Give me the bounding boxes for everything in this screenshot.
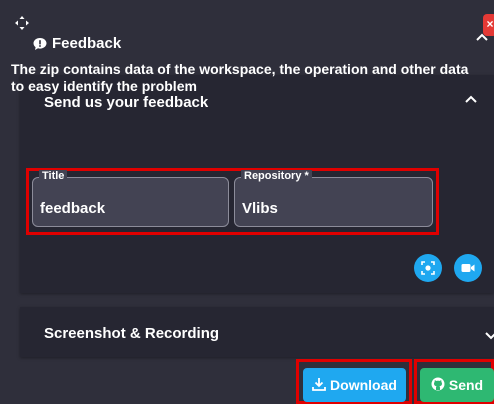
repository-field[interactable]: Repository * Vlibs: [234, 170, 433, 227]
download-icon: [312, 377, 326, 394]
title-field-label: Title: [39, 170, 68, 183]
record-video-button[interactable]: [454, 254, 482, 282]
title-field[interactable]: Title feedback: [32, 170, 229, 227]
chat-bubble-icon: [33, 37, 47, 51]
send-button[interactable]: Send: [420, 368, 494, 402]
repository-field-label: Repository *: [241, 170, 312, 183]
download-label: Download: [330, 377, 397, 393]
section-title: Send us your feedback: [44, 94, 209, 111]
feedback-panel: × Feedback Send us your feedback The zip…: [0, 0, 494, 404]
repository-field-value[interactable]: Vlibs: [242, 200, 278, 217]
feedback-header[interactable]: Feedback: [0, 0, 494, 66]
section-title: Screenshot & Recording: [44, 325, 220, 342]
download-button[interactable]: Download: [303, 368, 406, 402]
github-icon: [431, 377, 445, 394]
screenshot-button[interactable]: [414, 254, 442, 282]
feedback-description: The zip contains data of the workspace, …: [11, 61, 469, 94]
title-field-value[interactable]: feedback: [40, 200, 105, 217]
chevron-up-icon[interactable]: [475, 30, 489, 44]
chevron-down-icon[interactable]: [484, 329, 494, 343]
header-title: Feedback: [52, 35, 122, 52]
screenshot-recording-section[interactable]: Screenshot & Recording: [20, 307, 494, 357]
send-label: Send: [448, 377, 484, 393]
